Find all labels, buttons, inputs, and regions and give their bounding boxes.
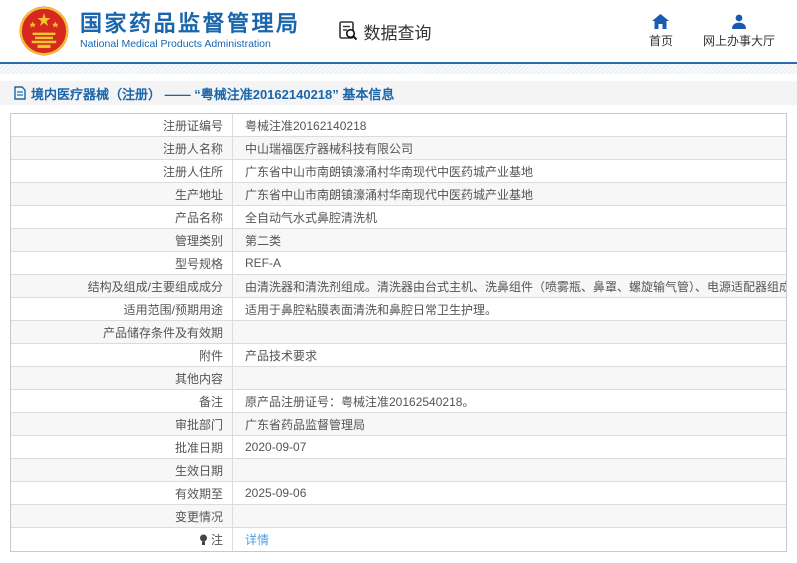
row-value bbox=[233, 505, 786, 527]
row-label: 附件 bbox=[11, 344, 233, 366]
table-row: 注册人名称 中山瑞福医疗器械科技有限公司 bbox=[11, 137, 786, 160]
row-label: 变更情况 bbox=[11, 505, 233, 527]
table-row: 适用范围/预期用途 适用于鼻腔粘膜表面清洗和鼻腔日常卫生护理。 bbox=[11, 298, 786, 321]
table-row-note: 注 详情 bbox=[11, 528, 786, 551]
row-label: 生产地址 bbox=[11, 183, 233, 205]
row-label: 产品名称 bbox=[11, 206, 233, 228]
nmpa-logo[interactable]: 国家药品监督管理局 National Medical Products Admi… bbox=[18, 5, 301, 57]
row-value: 适用于鼻腔粘膜表面清洗和鼻腔日常卫生护理。 bbox=[245, 302, 498, 317]
table-row: 生产地址 广东省中山市南朗镇濠涌村华南现代中医药城产业基地 bbox=[11, 183, 786, 206]
site-subtitle: National Medical Products Administration bbox=[80, 38, 271, 50]
row-value: 原产品注册证号：粤械注准20162540218。 bbox=[245, 394, 475, 409]
table-row: 批准日期 2020-09-07 bbox=[11, 436, 786, 459]
row-label: 结构及组成/主要组成成分 bbox=[11, 275, 233, 297]
row-label: 有效期至 bbox=[11, 482, 233, 504]
row-value: 全自动气水式鼻腔清洗机 bbox=[245, 210, 378, 225]
table-row: 有效期至 2025-09-06 bbox=[11, 482, 786, 505]
row-label: 型号规格 bbox=[11, 252, 233, 274]
row-value: 2025-09-06 bbox=[245, 486, 307, 500]
spacer bbox=[0, 74, 797, 81]
nav-online-hall-label: 网上办事大厅 bbox=[702, 33, 775, 48]
national-emblem-icon bbox=[19, 6, 69, 56]
table-row: 生效日期 bbox=[11, 459, 786, 482]
row-label: 注册人名称 bbox=[11, 137, 233, 159]
row-label: 产品储存条件及有效期 bbox=[11, 321, 233, 343]
registration-info-table: 注册证编号 粤械注准20162140218 注册人名称 中山瑞福医疗器械科技有限… bbox=[10, 113, 787, 552]
table-row: 结构及组成/主要组成成分 由清洗器和清洗剂组成。清洗器由台式主机、洗鼻组件（喷雾… bbox=[11, 275, 786, 298]
row-label: 备注 bbox=[11, 390, 233, 412]
row-label: 注册证编号 bbox=[11, 114, 233, 136]
note-details-link[interactable]: 详情 bbox=[245, 531, 269, 548]
row-value: 广东省药品监督管理局 bbox=[245, 417, 366, 432]
row-label: 注 bbox=[11, 528, 233, 551]
row-label: 审批部门 bbox=[11, 413, 233, 435]
row-value: 广东省中山市南朗镇濠涌村华南现代中医药城产业基地 bbox=[245, 187, 534, 202]
row-value bbox=[233, 321, 786, 343]
document-icon bbox=[14, 86, 26, 100]
breadcrumb-text: 境内医疗器械（注册） —— “粤械注准20162140218” 基本信息 bbox=[31, 86, 395, 102]
row-value bbox=[233, 459, 786, 481]
table-row: 附件 产品技术要求 bbox=[11, 344, 786, 367]
note-label: 注 bbox=[210, 533, 223, 547]
table-row: 型号规格 REF-A bbox=[11, 252, 786, 275]
page-header: 国家药品监督管理局 National Medical Products Admi… bbox=[0, 0, 797, 62]
row-label: 其他内容 bbox=[11, 367, 233, 389]
row-label: 适用范围/预期用途 bbox=[11, 298, 233, 320]
table-row: 注册人住所 广东省中山市南朗镇濠涌村华南现代中医药城产业基地 bbox=[11, 160, 786, 183]
row-value: 产品技术要求 bbox=[245, 348, 318, 363]
nav-home[interactable]: 首页 bbox=[648, 13, 673, 49]
data-query-button[interactable]: 数据查询 bbox=[337, 19, 432, 44]
row-label: 生效日期 bbox=[11, 459, 233, 481]
person-icon bbox=[731, 14, 746, 29]
table-row: 注册证编号 粤械注准20162140218 bbox=[11, 114, 786, 137]
row-value: 粤械注准20162140218 bbox=[245, 118, 367, 133]
row-value: 第二类 bbox=[245, 233, 282, 248]
top-nav: 首页 网上办事大厅 bbox=[648, 13, 775, 49]
nav-home-label: 首页 bbox=[648, 33, 673, 48]
home-icon bbox=[652, 13, 670, 29]
row-value: 中山瑞福医疗器械科技有限公司 bbox=[245, 141, 414, 156]
row-value: 广东省中山市南朗镇濠涌村华南现代中医药城产业基地 bbox=[245, 164, 534, 179]
table-row: 变更情况 bbox=[11, 505, 786, 528]
table-row: 备注 原产品注册证号：粤械注准20162540218。 bbox=[11, 390, 786, 413]
data-query-label: 数据查询 bbox=[363, 23, 432, 43]
hatch-band bbox=[0, 64, 797, 74]
breadcrumb: 境内医疗器械（注册） —— “粤械注准20162140218” 基本信息 bbox=[0, 81, 797, 105]
row-value: 由清洗器和清洗剂组成。清洗器由台式主机、洗鼻组件（喷雾瓶、鼻罩、螺旋输气管）、电… bbox=[245, 279, 786, 294]
lightbulb-icon bbox=[199, 534, 207, 545]
spacer bbox=[0, 105, 797, 113]
row-value: 详情 bbox=[233, 528, 786, 551]
table-row: 管理类别 第二类 bbox=[11, 229, 786, 252]
table-row: 审批部门 广东省药品监督管理局 bbox=[11, 413, 786, 436]
row-value bbox=[233, 367, 786, 389]
row-value: REF-A bbox=[245, 256, 281, 270]
table-row: 产品名称 全自动气水式鼻腔清洗机 bbox=[11, 206, 786, 229]
row-label: 注册人住所 bbox=[11, 160, 233, 182]
table-row: 其他内容 bbox=[11, 367, 786, 390]
site-title-block: 国家药品监督管理局 National Medical Products Admi… bbox=[80, 11, 301, 51]
row-label: 管理类别 bbox=[11, 229, 233, 251]
site-title: 国家药品监督管理局 bbox=[80, 11, 301, 36]
row-value: 2020-09-07 bbox=[245, 440, 307, 454]
row-label: 批准日期 bbox=[11, 436, 233, 458]
data-query-icon bbox=[338, 21, 357, 41]
table-row: 产品储存条件及有效期 bbox=[11, 321, 786, 344]
nav-online-hall[interactable]: 网上办事大厅 bbox=[703, 14, 775, 49]
